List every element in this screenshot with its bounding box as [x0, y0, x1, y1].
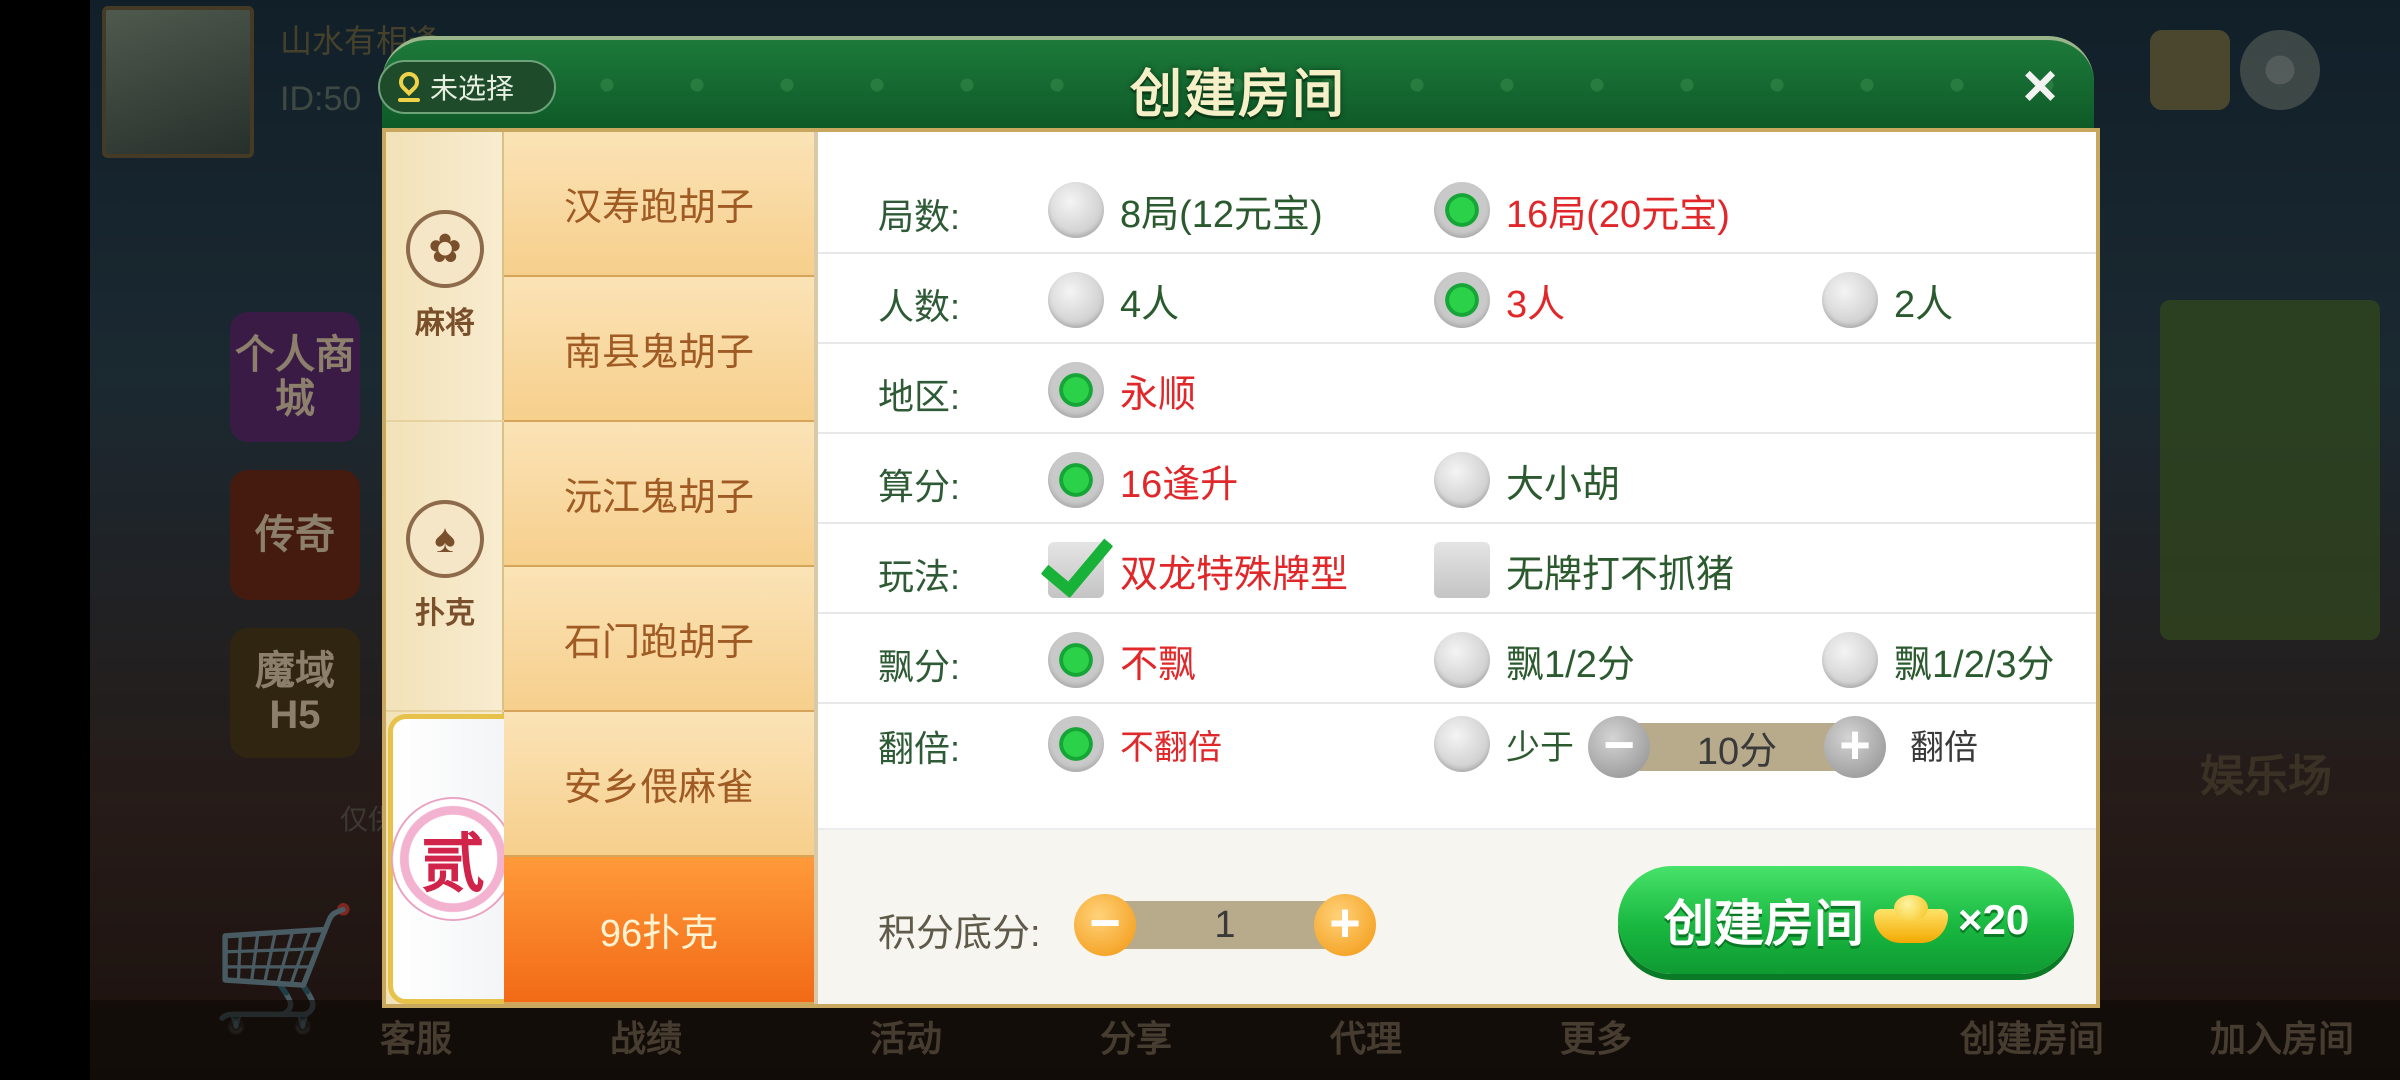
category-rail: ✿ 麻将 ♠ 扑克 贰 [386, 132, 558, 1004]
spade-icon: ♠ [406, 500, 484, 578]
rounds-option-16-label: 16局(20元宝) [1506, 193, 1730, 236]
location-label: 未选择 [430, 73, 515, 104]
float-option-12[interactable]: 飘1/2分 [1434, 632, 1635, 688]
float-option-123[interactable]: 飘1/2/3分 [1822, 632, 2055, 688]
players-option-3-label: 3人 [1506, 283, 1566, 326]
region-label: 地区: [878, 376, 961, 417]
scoring-label: 算分: [878, 466, 961, 507]
rounds-option-8-label: 8局(12元宝) [1120, 193, 1323, 236]
scoring-option-daxiao-label: 大小胡 [1506, 463, 1621, 506]
radio-icon [1434, 632, 1490, 688]
float-option-none-label: 不飘 [1120, 643, 1197, 686]
base-score-label: 积分底分: [878, 913, 1041, 955]
dialog-body: ✿ 麻将 ♠ 扑克 贰 汉寿跑胡子 南县鬼胡子 沅江鬼胡子 石门跑胡子 安乡偎麻… [382, 128, 2100, 1008]
region-option-yongshun[interactable]: 永顺 [1048, 362, 1196, 418]
float-option-none[interactable]: 不飘 [1048, 632, 1196, 688]
create-room-label: 创建房间 [1664, 896, 1864, 952]
game-item-yuanjiang[interactable]: 沅江鬼胡子 [504, 422, 814, 567]
players-option-4[interactable]: 4人 [1048, 272, 1179, 328]
tab-poker[interactable]: ♠ 扑克 [386, 422, 504, 712]
double-threshold-value: 10分 [1622, 723, 1852, 773]
play-row: 玩法: 双龙特殊牌型 无牌打不抓猪 [818, 524, 2096, 614]
radio-selected-icon [1434, 272, 1490, 328]
radio-icon [1048, 182, 1104, 238]
radio-selected-icon [1048, 632, 1104, 688]
game-item-nanxian[interactable]: 南县鬼胡子 [504, 277, 814, 422]
game-item-anxiang[interactable]: 安乡偎麻雀 [504, 712, 814, 857]
create-room-cost: ×20 [1958, 896, 2030, 943]
region-option-label: 永顺 [1120, 373, 1197, 416]
tab-mahjong-label: 麻将 [415, 307, 475, 340]
game-item-shimen[interactable]: 石门跑胡子 [504, 567, 814, 712]
tab-mahjong[interactable]: ✿ 麻将 [386, 132, 504, 422]
players-row: 人数: 4人 3人 2人 [818, 254, 2096, 344]
dialog-header: 创建房间 [382, 36, 2094, 128]
rounds-option-16[interactable]: 16局(20元宝) [1434, 182, 1730, 238]
float-label: 飘分: [878, 646, 961, 687]
play-option-shuanglong[interactable]: 双龙特殊牌型 [1048, 542, 1348, 598]
rounds-label: 局数: [878, 196, 961, 237]
players-option-2[interactable]: 2人 [1822, 272, 1953, 328]
rounds-row: 局数: 8局(12元宝) 16局(20元宝) [818, 164, 2096, 254]
tab-poker-label: 扑克 [415, 597, 475, 630]
mahjong-flower-icon: ✿ [406, 210, 484, 288]
settings-pane: 局数: 8局(12元宝) 16局(20元宝) 人数: 4人 3人 2人 地区: … [818, 132, 2096, 1004]
double-option-none[interactable]: 不翻倍 [1048, 716, 1222, 772]
radio-selected-icon [1048, 716, 1104, 772]
minus-icon[interactable]: − [1588, 716, 1650, 778]
scoring-option-16[interactable]: 16逢升 [1048, 452, 1238, 508]
minus-icon[interactable]: − [1074, 894, 1136, 956]
base-score-value: 1 [1108, 901, 1342, 949]
float-row: 飘分: 不飘 飘1/2分 飘1/2/3分 [818, 614, 2096, 704]
radio-icon [1822, 272, 1878, 328]
close-icon[interactable]: × [2010, 56, 2070, 118]
location-selector[interactable]: 未选择 [378, 60, 556, 114]
radio-icon [1434, 452, 1490, 508]
dialog-footer: 积分底分: − 1 + 创建房间 ×20 [818, 828, 2096, 1004]
radio-selected-icon [1434, 182, 1490, 238]
game-item-96poker[interactable]: 96扑克 [504, 857, 814, 1004]
players-label: 人数: [878, 286, 961, 327]
game-list: 汉寿跑胡子 南县鬼胡子 沅江鬼胡子 石门跑胡子 安乡偎麻雀 96扑克 [504, 132, 814, 1004]
gold-ingot-icon [1874, 895, 1948, 945]
er-badge-icon: 贰 [391, 797, 515, 921]
float-option-12-label: 飘1/2分 [1506, 643, 1635, 686]
float-option-123-label: 飘1/2/3分 [1894, 643, 2055, 686]
checkbox-checked-icon [1048, 542, 1104, 598]
players-option-3[interactable]: 3人 [1434, 272, 1565, 328]
radio-icon [1434, 716, 1490, 772]
play-option-wupai-label: 无牌打不抓猪 [1506, 553, 1735, 596]
double-option-none-label: 不翻倍 [1120, 728, 1222, 767]
radio-icon [1822, 632, 1878, 688]
double-option-less-label: 少于 [1506, 728, 1574, 767]
play-label: 玩法: [878, 556, 961, 597]
play-option-shuanglong-label: 双龙特殊牌型 [1120, 553, 1349, 596]
double-suffix: 翻倍 [1910, 728, 1978, 767]
plus-icon[interactable]: + [1314, 894, 1376, 956]
dialog-title: 创建房间 [1129, 66, 1346, 124]
radio-selected-icon [1048, 452, 1104, 508]
base-score-stepper: − 1 + [1074, 894, 1376, 956]
double-row: 翻倍: 不翻倍 少于 − 10分 + 翻倍 [818, 704, 2096, 794]
radio-icon [1048, 272, 1104, 328]
double-label: 翻倍: [878, 728, 961, 769]
double-option-less[interactable]: 少于 [1434, 716, 1574, 772]
game-item-hanshou[interactable]: 汉寿跑胡子 [504, 132, 814, 277]
rounds-option-8[interactable]: 8局(12元宝) [1048, 182, 1323, 238]
double-threshold-stepper: − 10分 + [1588, 716, 1886, 778]
players-option-2-label: 2人 [1894, 283, 1954, 326]
scoring-option-daxiao[interactable]: 大小胡 [1434, 452, 1620, 508]
scoring-row: 算分: 16逢升 大小胡 [818, 434, 2096, 524]
players-option-4-label: 4人 [1120, 283, 1180, 326]
create-room-button[interactable]: 创建房间 ×20 [1618, 866, 2074, 974]
plus-icon[interactable]: + [1824, 716, 1886, 778]
checkbox-icon [1434, 542, 1490, 598]
region-row: 地区: 永顺 [818, 344, 2096, 434]
radio-selected-icon [1048, 362, 1104, 418]
location-pin-icon [398, 72, 420, 102]
scoring-option-16-label: 16逢升 [1120, 463, 1239, 506]
play-option-wupai[interactable]: 无牌打不抓猪 [1434, 542, 1734, 598]
